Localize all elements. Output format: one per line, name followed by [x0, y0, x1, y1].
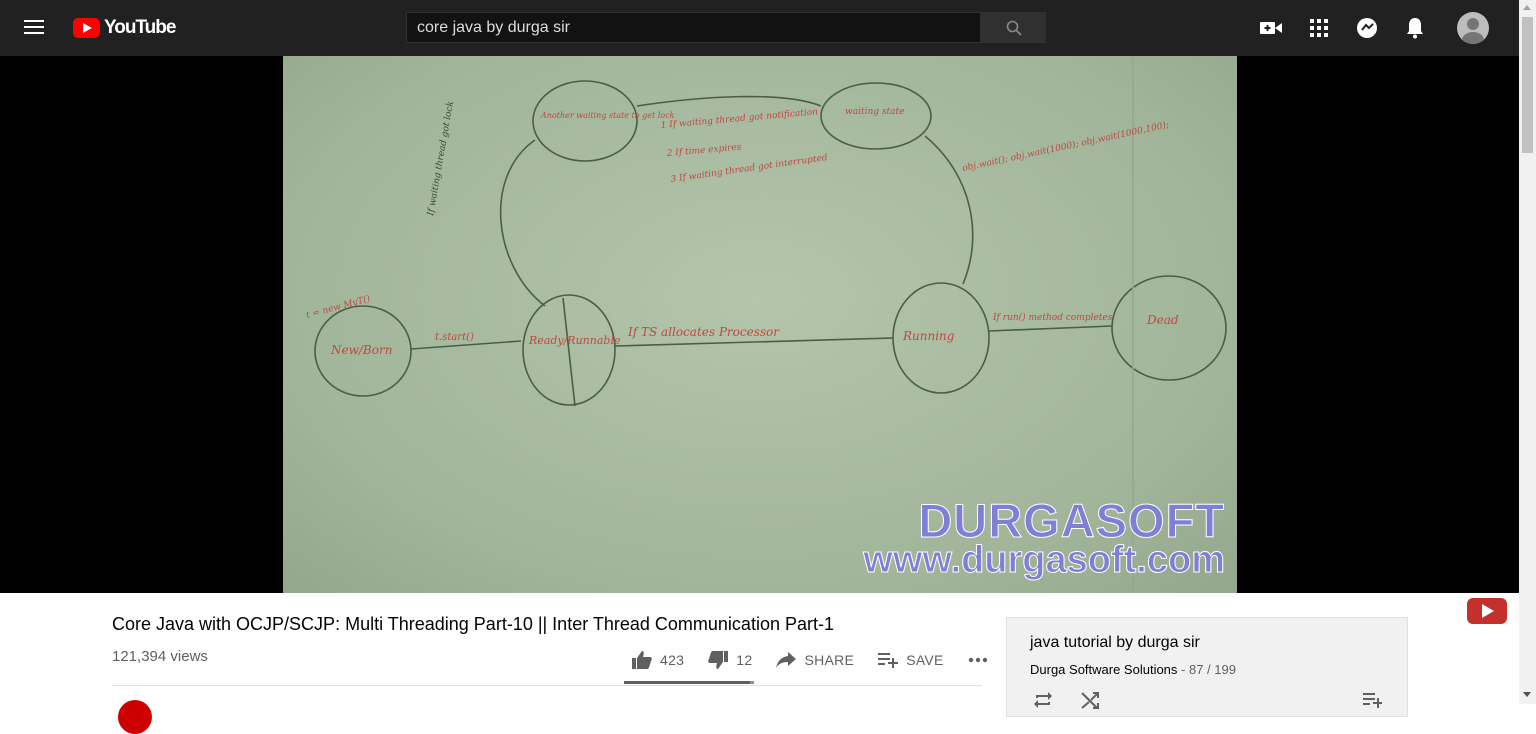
search-icon [1006, 20, 1022, 36]
masthead: YouTube core java by durga sir [0, 0, 1519, 56]
board-ts-allocates: If TS allocates Processor [627, 325, 780, 339]
playlist-add-icon [878, 653, 899, 668]
subscribe-watermark[interactable]: Subscribe [1467, 598, 1507, 638]
logo-text: YouTube [104, 17, 176, 38]
sentiment-bar [624, 681, 754, 684]
divider [112, 685, 982, 686]
scroll-down-icon[interactable] [1523, 692, 1531, 697]
save-label: SAVE [906, 652, 944, 668]
scroll-up-icon[interactable] [1523, 5, 1531, 10]
board-notified: 1 If waiting thread got notification [660, 107, 818, 131]
subscribe-play-icon [1467, 598, 1507, 624]
playlist-subtitle: Durga Software Solutions - 87 / 199 [1030, 662, 1236, 677]
search-button[interactable] [981, 12, 1046, 43]
more-actions-button[interactable] [968, 657, 988, 663]
messages-icon[interactable] [1355, 16, 1379, 40]
scroll-thumb[interactable] [1522, 17, 1533, 153]
share-label: SHARE [804, 652, 855, 668]
share-icon [776, 652, 797, 668]
board-t-new: t = new MyT() [305, 293, 372, 321]
board-ready: Ready/Runnable [528, 334, 621, 347]
dislike-count: 12 [736, 652, 753, 668]
playlist-position: - 87 / 199 [1181, 662, 1236, 677]
video-frame[interactable]: New/Born Ready/Runnable Running Dead wai… [283, 56, 1237, 593]
more-horizontal-icon [968, 657, 987, 663]
share-button[interactable]: SHARE [776, 652, 854, 668]
view-count: 121,394 views [112, 648, 208, 665]
youtube-logo[interactable]: YouTube [73, 17, 176, 39]
board-got-lock: If waiting thread got lock [426, 100, 456, 217]
thumb-down-icon [708, 651, 729, 669]
account-avatar[interactable] [1457, 12, 1489, 44]
board-waiting-state: waiting state [845, 107, 904, 117]
apps-icon[interactable] [1307, 16, 1331, 40]
playlist-channel[interactable]: Durga Software Solutions [1030, 662, 1177, 677]
like-count: 423 [660, 652, 685, 668]
save-button[interactable]: SAVE [878, 652, 944, 668]
board-run-completes: If run() method completes [992, 312, 1113, 323]
board-time-expires: 2 If time expires [665, 142, 742, 159]
video-actions: 423 12 SHARE SAVE [620, 646, 1012, 674]
thumb-up-icon [632, 651, 652, 669]
video-title: Core Java with OCJP/SCJP: Multi Threadin… [112, 614, 834, 634]
youtube-play-icon [73, 18, 100, 38]
board-wait-calls: obj.wait(); obj.wait(1000); obj.wait(100… [961, 119, 1170, 174]
create-video-icon[interactable] [1259, 16, 1283, 40]
board-running: Running [902, 329, 955, 343]
loop-icon[interactable] [1033, 690, 1053, 710]
board-another-waiting: Another waiting state to get lock [540, 111, 675, 120]
playlist-panel: java tutorial by durga sir Durga Softwar… [1006, 617, 1408, 717]
playlist-title[interactable]: java tutorial by durga sir [1030, 634, 1200, 652]
dislike-button[interactable]: 12 [708, 651, 752, 669]
shuffle-icon[interactable] [1080, 690, 1100, 710]
notifications-icon[interactable] [1403, 16, 1427, 40]
page-scrollbar[interactable] [1519, 0, 1536, 704]
subscribe-label: Subscribe [1467, 627, 1508, 637]
menu-icon[interactable] [24, 16, 46, 40]
channel-avatar[interactable] [118, 700, 152, 734]
board-interrupted: 3 If waiting thread got interrupted [670, 153, 828, 185]
board-new-born: New/Born [330, 343, 392, 357]
video-player[interactable]: New/Born Ready/Runnable Running Dead wai… [0, 56, 1519, 637]
search-input[interactable]: core java by durga sir [406, 12, 981, 43]
playlist-save-icon[interactable] [1362, 690, 1382, 710]
watermark-url: www.durgasoft.com [863, 539, 1226, 582]
like-button[interactable]: 423 [632, 651, 684, 669]
board-t-start: t.start() [435, 332, 474, 343]
board-dead: Dead [1146, 313, 1179, 327]
